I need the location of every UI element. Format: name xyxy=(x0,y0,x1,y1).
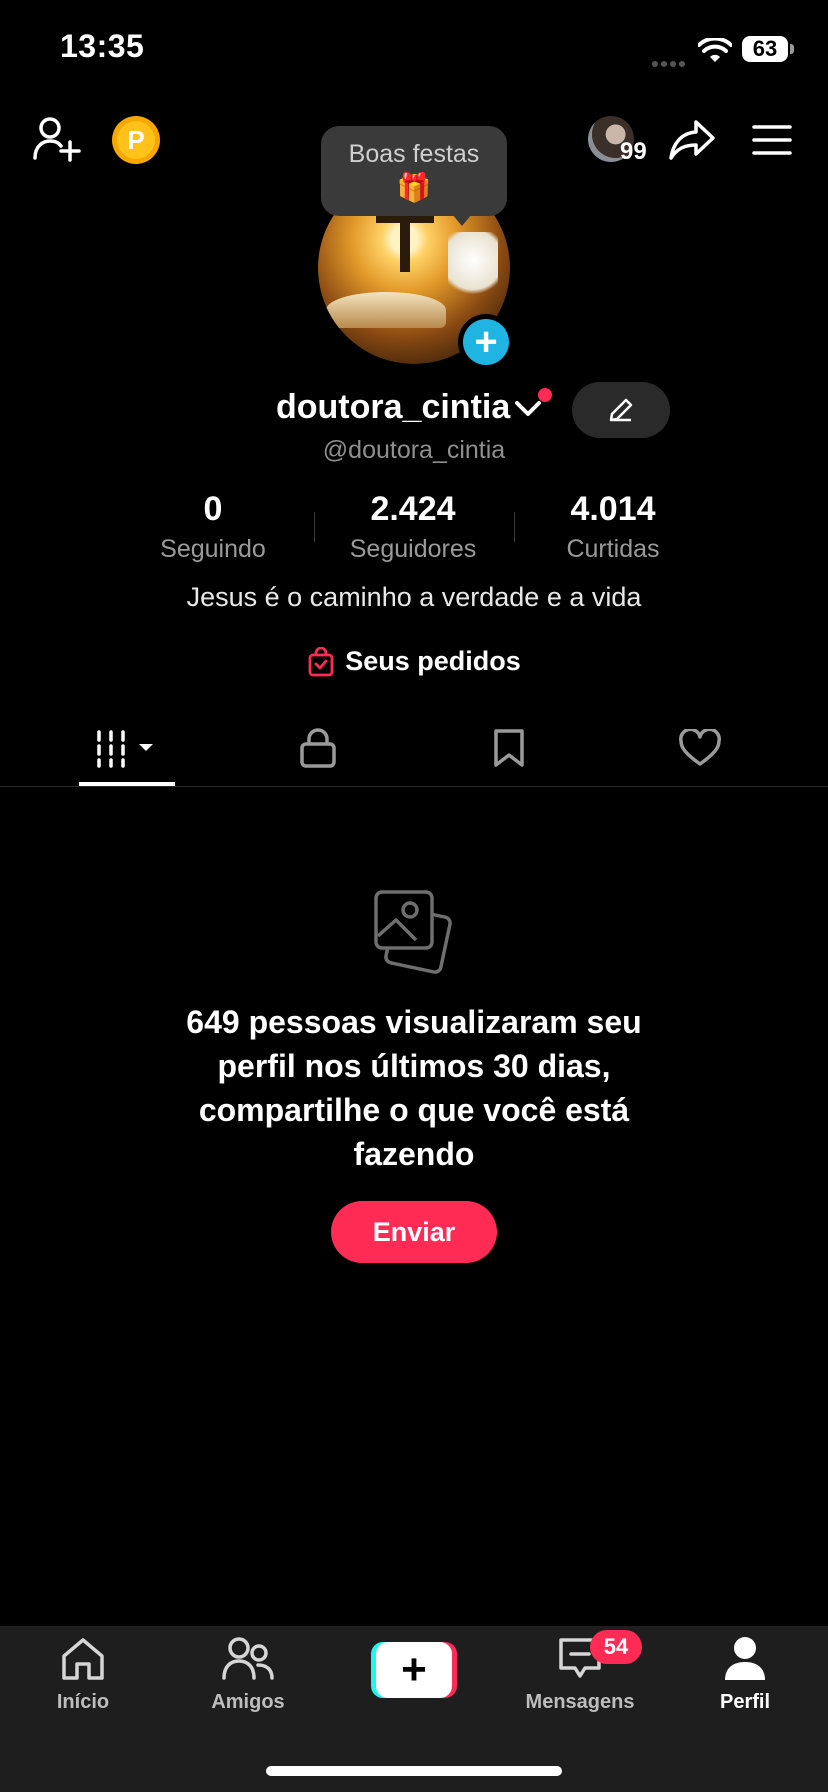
nav-label: Mensagens xyxy=(525,1691,635,1713)
bookmark-icon xyxy=(494,729,524,767)
pencil-icon xyxy=(609,398,633,422)
gift-icon: 🎁 xyxy=(396,172,432,203)
coin-icon: P xyxy=(117,121,155,159)
nav-label: Perfil xyxy=(719,1691,771,1713)
coin-button[interactable]: P xyxy=(112,116,160,164)
lock-icon xyxy=(300,728,336,768)
tab-saved[interactable] xyxy=(461,716,557,780)
nav-friends[interactable]: Amigos xyxy=(173,1636,323,1714)
profile-username[interactable]: doutora_cintia xyxy=(276,388,510,427)
home-icon xyxy=(62,1638,104,1680)
edit-profile-button[interactable] xyxy=(572,382,670,438)
nav-profile[interactable]: Perfil xyxy=(670,1636,820,1714)
create-button[interactable]: + xyxy=(371,1642,457,1698)
menu-icon[interactable] xyxy=(752,124,792,156)
profile-visitors-count: 99 xyxy=(620,138,647,165)
stat-likes[interactable]: 4.014 Curtidas xyxy=(513,490,713,564)
stat-label: Seguindo xyxy=(160,535,266,563)
friends-icon xyxy=(222,1637,274,1680)
greeting-tooltip[interactable]: Boas festas 🎁 xyxy=(321,126,507,216)
notification-dot xyxy=(538,388,552,402)
orders-link[interactable]: Seus pedidos xyxy=(0,646,828,677)
profile-handle: @doutora_cintia xyxy=(322,436,506,464)
profile-icon xyxy=(725,1637,765,1680)
tab-videos[interactable] xyxy=(79,716,175,780)
messages-badge: 54 xyxy=(590,1630,642,1664)
profile-bio: Jesus é o caminho a verdade e a vida xyxy=(186,582,642,612)
stat-value: 0 xyxy=(203,490,223,528)
battery-tip xyxy=(790,44,794,54)
status-time: 13:35 xyxy=(60,28,145,64)
send-button[interactable]: Enviar xyxy=(331,1201,497,1263)
stat-label: Seguidores xyxy=(349,535,477,563)
nav-label: Início xyxy=(56,1691,110,1713)
stat-value: 4.014 xyxy=(570,490,656,528)
tabs-divider xyxy=(0,786,828,787)
tooltip-text: Boas festas xyxy=(348,140,480,168)
wifi-icon xyxy=(698,38,732,62)
chevron-down-icon[interactable] xyxy=(514,398,542,418)
stat-label: Curtidas xyxy=(566,535,660,563)
plus-icon: + xyxy=(463,319,509,365)
battery-indicator: 63 xyxy=(742,36,788,62)
book-shape xyxy=(326,292,446,328)
heart-icon xyxy=(679,729,721,766)
shopping-bag-icon xyxy=(308,646,334,676)
tab-liked[interactable] xyxy=(652,716,748,780)
empty-state-message: 649 pessoas visualizaram seu perfil nos … xyxy=(186,1004,642,1172)
stat-value: 2.424 xyxy=(370,490,456,528)
plus-icon: + xyxy=(376,1642,452,1698)
stat-followers[interactable]: 2.424 Seguidores xyxy=(313,490,513,564)
orders-label: Seus pedidos xyxy=(345,646,521,676)
lily-shape xyxy=(448,232,498,302)
add-friend-icon[interactable] xyxy=(32,116,82,162)
stat-following[interactable]: 0 Seguindo xyxy=(113,490,313,564)
nav-label: Amigos xyxy=(211,1691,285,1713)
add-story-button[interactable]: + xyxy=(458,314,514,370)
tab-private[interactable] xyxy=(270,716,366,780)
photos-icon xyxy=(374,890,452,974)
grid-icon xyxy=(97,730,153,768)
nav-home[interactable]: Início xyxy=(8,1636,158,1714)
home-indicator xyxy=(266,1766,562,1776)
share-icon[interactable] xyxy=(668,118,716,162)
tooltip-arrow xyxy=(452,214,472,226)
cellular-signal-icon xyxy=(652,54,690,67)
